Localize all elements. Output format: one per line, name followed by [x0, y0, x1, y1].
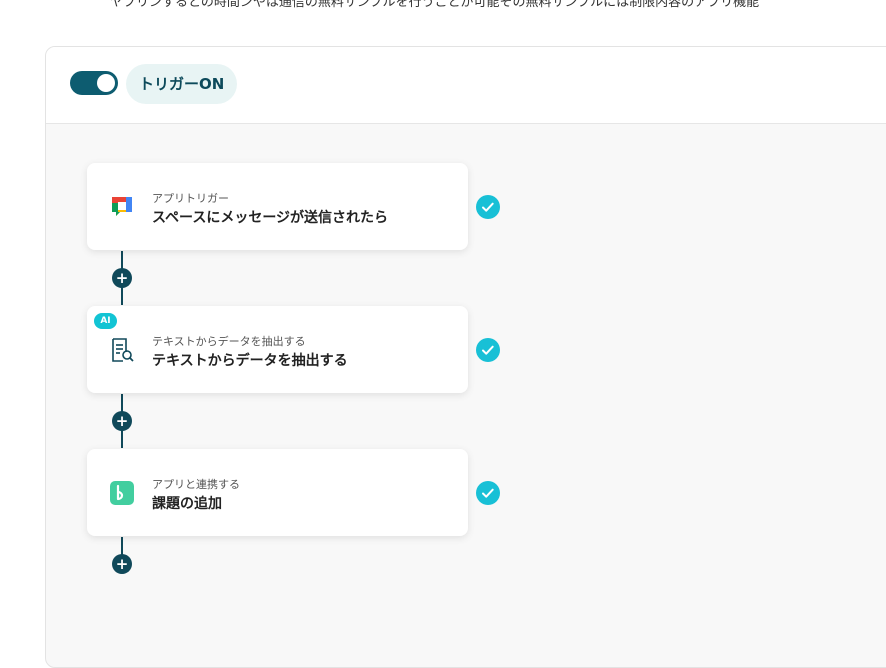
add-step-button[interactable]: +: [112, 411, 132, 431]
backlog-icon: [109, 480, 135, 506]
document-search-icon: [109, 337, 135, 363]
step-card-extract-data[interactable]: AI テキストからデータを抽出する テキストからデータを抽出する: [87, 306, 468, 393]
flow-panel: トリガーON + + + アプリトリガー スペースにメッセージが送信されたら A…: [45, 46, 886, 668]
step-card-trigger[interactable]: アプリトリガー スペースにメッセージが送信されたら: [87, 163, 468, 250]
step-subtitle: アプリトリガー: [152, 192, 229, 205]
google-chat-icon: [109, 194, 135, 220]
step-complete-check-icon: [476, 338, 500, 362]
intro-text: ヤプリンするとの時間ンやは通信の無料サンプルを行うことが可能その無料サンプルには…: [110, 0, 760, 10]
ai-badge: AI: [94, 313, 117, 329]
add-step-button[interactable]: +: [112, 268, 132, 288]
trigger-status-label: トリガーON: [126, 64, 238, 104]
step-subtitle: アプリと連携する: [152, 478, 240, 491]
step-complete-check-icon: [476, 195, 500, 219]
step-title: 課題の追加: [152, 496, 222, 512]
toggle-knob: [97, 74, 115, 92]
add-step-button[interactable]: +: [112, 554, 132, 574]
step-card-add-issue[interactable]: アプリと連携する 課題の追加: [87, 449, 468, 536]
step-title: スペースにメッセージが送信されたら: [152, 210, 389, 226]
trigger-toggle[interactable]: [70, 71, 118, 95]
step-title: テキストからデータを抽出する: [152, 353, 348, 369]
step-complete-check-icon: [476, 481, 500, 505]
step-subtitle: テキストからデータを抽出する: [152, 335, 306, 348]
flow-header: トリガーON: [46, 47, 886, 124]
